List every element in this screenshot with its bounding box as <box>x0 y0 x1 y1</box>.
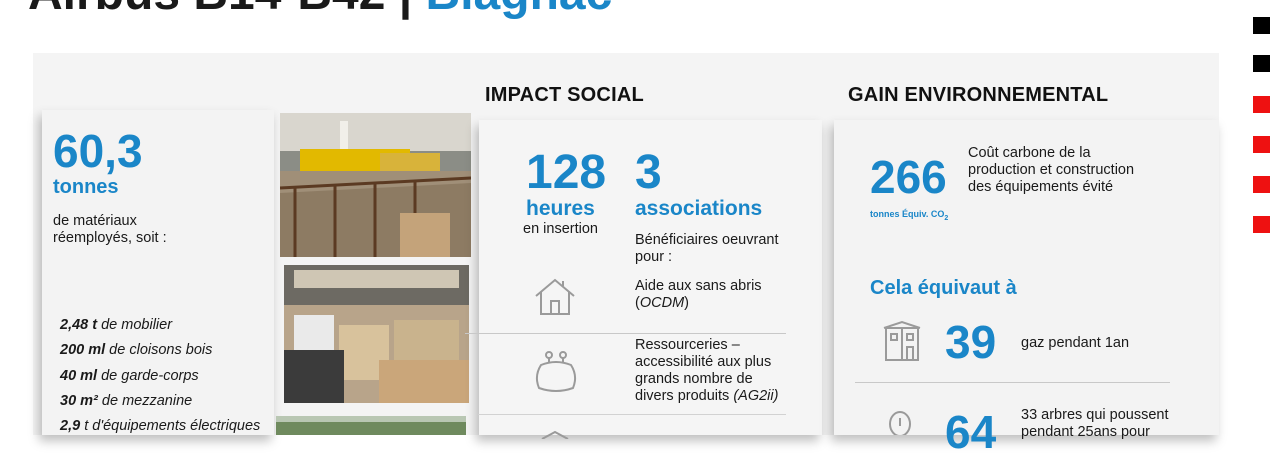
material-qty: 2,9 <box>60 418 81 434</box>
ressourceries-line4-text: divers produits <box>635 388 734 404</box>
materials-unit: tonnes <box>53 176 119 198</box>
social-heading: IMPACT SOCIAL <box>485 84 644 106</box>
co2-value: 266 <box>870 151 947 203</box>
material-qty: 40 ml <box>60 368 98 384</box>
material-qty: 30 m² <box>60 393 98 409</box>
materials-caption-line1: de matériaux <box>53 213 137 229</box>
co2-unit: tonnes Équiv. CO2 <box>870 208 948 225</box>
square-red <box>1253 216 1270 233</box>
social-divider <box>478 414 786 415</box>
equivalent-1-text: gaz pendant 1an <box>1021 335 1130 351</box>
co2-desc-line1: Coût carbone de la <box>968 145 1091 161</box>
square-black <box>1253 17 1270 34</box>
co2-subscript: 2 <box>944 214 949 222</box>
building-icon <box>882 320 922 367</box>
equivalent-2-text: 33 arbres qui poussent pendant 25ans pou… <box>1021 407 1169 441</box>
house-icon <box>533 277 577 322</box>
materials-value: 60,3 <box>53 125 143 177</box>
social-divider <box>465 333 786 334</box>
equivalent-2-line1: 33 arbres qui poussent <box>1021 407 1169 423</box>
environment-divider <box>855 382 1170 383</box>
hours-unit: heures <box>526 197 595 220</box>
material-qty: 2,48 t <box>60 317 98 333</box>
material-item: 2,48 t de mobilier <box>60 317 172 333</box>
square-red <box>1253 136 1270 153</box>
tree-icon <box>887 410 913 440</box>
page-title: Airbus B14-B42 | Blagnac <box>28 0 612 21</box>
ocdm-name: OCDM <box>639 295 685 311</box>
material-item: 30 m² de mezzanine <box>60 393 192 409</box>
materials-caption: de matériaux réemployés, soit : <box>53 213 167 247</box>
site-photo-1 <box>280 113 471 257</box>
partial-icon <box>540 426 570 444</box>
co2-description: Coût carbone de la production et constru… <box>968 145 1134 196</box>
material-label: de mezzanine <box>97 393 193 409</box>
material-label: de mobilier <box>97 317 173 333</box>
materials-caption-line2: réemployés, soit : <box>53 230 167 246</box>
equivalent-heading: Cela équivaut à <box>870 277 1017 299</box>
ressourceries-line4: divers produits (AG2ii) <box>635 388 778 405</box>
purse-icon <box>533 350 579 399</box>
beneficiary-homeless-line1: Aide aux sans abris <box>635 278 762 294</box>
material-item: 200 ml de cloisons bois <box>60 342 212 358</box>
hours-value: 128 <box>526 146 607 199</box>
material-label: t d'équipements électriques <box>80 418 261 434</box>
co2-desc-line3: des équipements évité <box>968 179 1114 195</box>
ressourceries-line2: accessibilité aux plus <box>635 354 772 370</box>
title-site: Airbus B14-B42 | <box>28 0 426 20</box>
hours-caption: en insertion <box>523 221 598 237</box>
ressourceries-line3: grands nombre de <box>635 371 753 387</box>
material-item: 40 ml de garde-corps <box>60 368 199 384</box>
environment-heading: GAIN ENVIRONNEMENTAL <box>848 84 1109 106</box>
associations-value: 3 <box>635 146 662 199</box>
material-qty: 200 ml <box>60 342 106 358</box>
beneficiary-homeless-line2: (OCDM) <box>635 295 762 312</box>
equivalent-1-value: 39 <box>945 316 997 368</box>
beneficiaries-line2: pour : <box>635 249 673 265</box>
material-label: de cloisons bois <box>105 342 213 358</box>
paren-close: ) <box>684 295 689 311</box>
material-label: de garde-corps <box>97 368 199 384</box>
square-red <box>1253 176 1270 193</box>
co2-desc-line2: production et construction <box>968 162 1135 178</box>
ag2ii-name: (AG2ii) <box>733 388 779 404</box>
square-red <box>1253 96 1270 113</box>
site-photo-3 <box>276 416 466 435</box>
ressourceries-line1: Ressourceries – <box>635 337 740 353</box>
equivalent-2-value: 64 <box>945 406 997 458</box>
co2-unit-text: tonnes Équiv. CO <box>870 209 945 219</box>
beneficiary-ressourceries: Ressourceries – accessibilité aux plus g… <box>635 337 778 405</box>
equivalent-2-line2: pendant 25ans pour <box>1021 424 1150 440</box>
material-item: 2,9 t d'équipements électriques <box>60 418 260 434</box>
title-city: Blagnac <box>426 0 613 20</box>
square-black <box>1253 55 1270 72</box>
associations-unit: associations <box>635 197 763 220</box>
beneficiary-homeless: Aide aux sans abris (OCDM) <box>635 278 762 312</box>
beneficiaries-line1: Bénéficiaires oeuvrant <box>635 232 779 248</box>
beneficiaries-text: Bénéficiaires oeuvrant pour : <box>635 232 778 266</box>
site-photo-2 <box>284 265 469 403</box>
